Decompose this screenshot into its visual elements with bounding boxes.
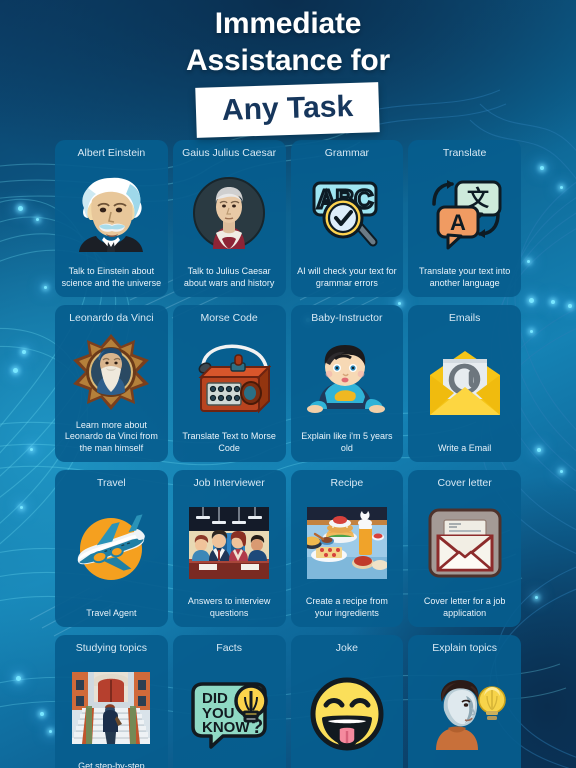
card-description: Answers to interview questions [187,596,271,618]
card-title: Studying topics [75,642,147,654]
glow-dot [560,186,563,189]
card-title: Travel [96,477,126,489]
glow-dot [44,286,47,289]
glow-dot [20,506,23,509]
food-table-icon [297,490,398,596]
card-facts[interactable]: Facts DID YOU KNOW ? Random Facts [172,635,286,768]
card-title: Gaius Julius Caesar [182,147,277,159]
card-description: Write a Email [437,442,492,453]
card-title: Morse Code [200,312,258,324]
card-gaius-julius-caesar[interactable]: Gaius Julius Caesar Talk to Julius Caesa… [172,140,286,297]
card-title: Recipe [330,477,364,489]
card-title: Cover letter [437,477,492,489]
page-header: Immediate Assistance for Any Task [0,0,576,138]
card-cover-letter[interactable]: Cover letter Cover letter for a job appl… [408,470,521,627]
glow-dot [18,206,23,211]
glow-dot [551,300,555,304]
card-description: Get step-by-step instructions for learni… [78,761,145,768]
davinci-portrait-icon [61,325,162,420]
card-explain-topics[interactable]: Explain topics [408,635,521,768]
card-albert-einstein[interactable]: Albert Einstein Talk to Einstein about s… [55,140,168,297]
glow-dot [40,712,44,716]
card-title: Emails [448,312,481,324]
prompt-card-grid: Albert Einstein Talk to Einstein about s… [55,140,521,768]
card-title: Job Interviewer [193,477,265,489]
glow-dot [535,596,538,599]
card-description: Cover letter for a job application [423,596,506,618]
glow-dot [22,350,26,354]
card-title: Leonardo da Vinci [69,312,154,324]
card-title: Grammar [324,147,370,159]
card-description: Learn more about Leonardo da Vinci from … [64,419,158,453]
card-title: Baby-Instructor [311,312,383,324]
card-job-interviewer[interactable]: Job Interviewer Answers to interview que… [172,470,286,627]
abc-magnifier-check-icon: ABC [297,160,398,266]
card-translate[interactable]: Translate 文 A Translate your text into a… [408,140,521,297]
card-title: Albert Einstein [77,147,146,159]
header-highlight-any-task: Any Task [195,82,381,138]
card-title: Explain topics [432,642,498,654]
glow-dot [527,260,530,263]
glow-dot [529,298,534,303]
einstein-portrait-icon [61,160,162,266]
telegraph-machine-icon [179,325,280,431]
card-recipe[interactable]: Recipe Create a recipe from your ingredi… [290,470,404,627]
translate-speech-bubbles-icon: 文 A [414,160,515,266]
glow-dot [568,304,572,308]
card-description: Travel Agent [86,607,137,618]
card-description: Talk to Einstein about science and the u… [61,266,162,288]
card-title: Facts [216,642,242,654]
svg-text:KNOW: KNOW [202,719,250,736]
card-grammar[interactable]: Grammar ABC AI will check your text for … [290,140,404,297]
card-title: Joke [335,642,358,654]
crawling-baby-icon [297,325,398,431]
card-emails[interactable]: Emails Write a Email [408,305,521,462]
laughing-tongue-emoji-icon [297,655,398,768]
airplane-icon [61,490,162,608]
glow-dot [560,470,563,473]
svg-text:A: A [450,210,466,235]
glow-dot [36,218,39,221]
header-line-1: Immediate [214,7,362,40]
open-envelope-at-icon [414,325,515,443]
card-description: Translate your text into another languag… [419,266,511,288]
interview-panel-icon [179,490,280,596]
card-travel[interactable]: Travel Travel Agent [55,470,168,627]
card-description: Talk to Julius Caesar about wars and his… [183,266,275,288]
glow-dot [13,368,18,373]
glow-dot [16,676,21,681]
glow-dot [540,166,544,170]
card-baby-instructor[interactable]: Baby-Instructor Explain like i'm 5 years… [290,305,404,462]
card-title: Translate [442,147,487,159]
caesar-portrait-icon [179,160,280,266]
card-morse-code[interactable]: Morse Code Translate Text to Morse Code [172,305,286,462]
card-description: AI will check your text for grammar erro… [297,266,397,288]
did-you-know-bubble-icon: DID YOU KNOW ? [179,655,280,768]
card-joke[interactable]: Joke Random AI joke [290,635,404,768]
glow-dot [537,448,541,452]
thinking-man-lightbulb-icon [414,655,515,768]
letter-envelope-icon [414,490,515,596]
card-description: Explain like i'm 5 years old [301,431,393,453]
card-description: Translate Text to Morse Code [182,431,276,453]
card-leonardo-da-vinci[interactable]: Leonardo da Vinci Learn more about Leona… [55,305,168,462]
card-studying-topics[interactable]: Studying topics Get step-by-step [55,635,168,768]
card-description: Create a recipe from your ingredients [305,596,388,618]
glow-dot [30,448,33,451]
glow-dot [49,730,52,733]
university-steps-icon [61,655,162,761]
header-line-2: Assistance for [186,44,390,77]
glow-dot [530,330,533,333]
